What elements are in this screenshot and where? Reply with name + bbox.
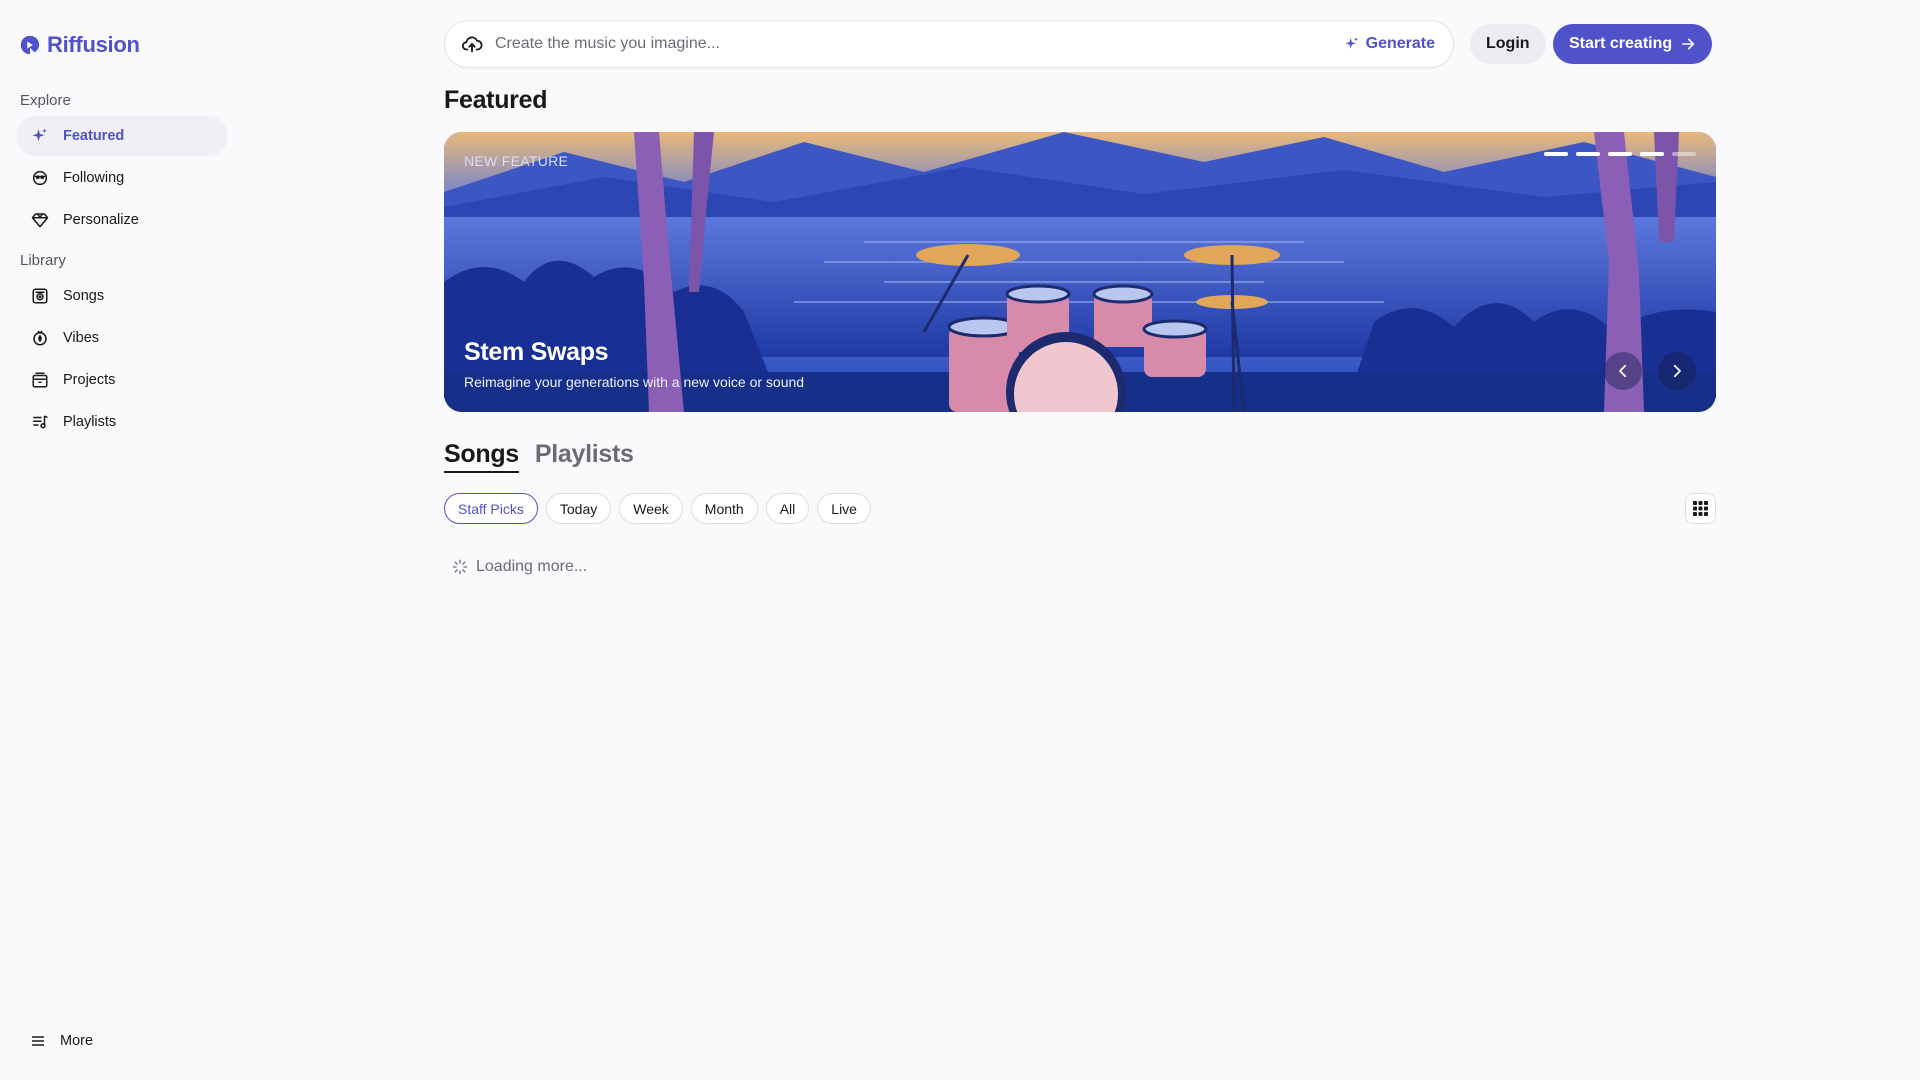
login-button[interactable]: Login bbox=[1470, 24, 1546, 64]
start-creating-button[interactable]: Start creating bbox=[1553, 24, 1713, 64]
sidebar-item-label: Playlists bbox=[63, 414, 117, 430]
time-filters: Staff Picks Today Week Month All Live bbox=[444, 493, 871, 524]
sidebar-item-personalize[interactable]: Personalize bbox=[16, 200, 228, 240]
songs-icon bbox=[32, 288, 48, 304]
sidebar-item-following[interactable]: Following bbox=[16, 158, 228, 198]
carousel-indicators bbox=[1544, 152, 1696, 156]
projects-icon bbox=[32, 372, 48, 388]
sidebar-item-projects[interactable]: Projects bbox=[16, 360, 228, 400]
riffusion-logo-icon bbox=[20, 35, 40, 55]
grid-view-button[interactable] bbox=[1685, 493, 1716, 524]
sidebar-item-label: Following bbox=[63, 170, 125, 186]
filter-month[interactable]: Month bbox=[690, 493, 758, 524]
app-logo[interactable]: Riffusion bbox=[19, 32, 140, 58]
more-label: More bbox=[60, 1033, 94, 1049]
sidebar-more-button[interactable]: More bbox=[30, 1033, 93, 1049]
start-creating-label: Start creating bbox=[1569, 35, 1673, 52]
gem-icon bbox=[31, 213, 49, 228]
section-library-label: Library bbox=[20, 252, 66, 269]
filter-all[interactable]: All bbox=[765, 493, 810, 524]
sidebar-item-label: Projects bbox=[63, 372, 116, 388]
playlists-icon bbox=[33, 415, 48, 429]
section-explore-label: Explore bbox=[20, 92, 71, 109]
carousel-next-button[interactable] bbox=[1658, 352, 1696, 390]
filter-staff-picks[interactable]: Staff Picks bbox=[444, 493, 538, 524]
sidebar-item-vibes[interactable]: Vibes bbox=[16, 318, 228, 358]
following-icon bbox=[32, 170, 48, 186]
tab-playlists[interactable]: Playlists bbox=[535, 440, 634, 473]
carousel-dot[interactable] bbox=[1672, 152, 1696, 156]
sparkles-icon bbox=[1344, 37, 1358, 49]
sparkles-icon bbox=[32, 128, 47, 142]
filter-live[interactable]: Live bbox=[817, 493, 871, 524]
carousel-dot[interactable] bbox=[1544, 152, 1568, 156]
sidebar-item-label: Songs bbox=[63, 288, 105, 304]
sidebar-item-label: Featured bbox=[63, 128, 125, 144]
tab-songs[interactable]: Songs bbox=[444, 440, 519, 473]
sidebar-item-featured[interactable]: Featured bbox=[16, 116, 228, 156]
hero-subtitle: Reimagine your generations with a new vo… bbox=[464, 374, 805, 390]
sidebar-item-label: Vibes bbox=[63, 330, 100, 346]
page-title: Featured bbox=[444, 86, 548, 114]
sidebar-item-playlists[interactable]: Playlists bbox=[16, 402, 228, 442]
carousel-dot[interactable] bbox=[1640, 152, 1664, 156]
loading-text: Loading more... bbox=[476, 558, 588, 575]
chevron-right-icon bbox=[1673, 364, 1681, 378]
menu-icon bbox=[32, 1036, 44, 1046]
carousel-dot[interactable] bbox=[1576, 152, 1600, 156]
app-name: Riffusion bbox=[47, 32, 140, 57]
generate-label: Generate bbox=[1365, 35, 1435, 52]
loading-indicator: Loading more... bbox=[452, 558, 587, 576]
carousel-dot[interactable] bbox=[1608, 152, 1632, 156]
generate-button[interactable]: Generate bbox=[1344, 35, 1435, 53]
vibes-icon bbox=[33, 330, 47, 346]
filter-today[interactable]: Today bbox=[545, 493, 612, 524]
arrow-right-icon bbox=[1682, 38, 1695, 50]
chevron-left-icon bbox=[1619, 364, 1627, 378]
sidebar: Riffusion Explore Featured Following Per… bbox=[0, 0, 240, 1080]
prompt-input[interactable] bbox=[495, 35, 1344, 53]
prompt-bar: Generate bbox=[444, 20, 1454, 68]
carousel-prev-button[interactable] bbox=[1604, 352, 1642, 390]
hero-title: Stem Swaps bbox=[464, 338, 609, 366]
grid-icon bbox=[1693, 501, 1708, 516]
content-tabs: Songs Playlists bbox=[444, 440, 634, 473]
hero-illustration bbox=[444, 132, 1716, 412]
cloud-upload-icon[interactable] bbox=[461, 33, 483, 55]
sidebar-item-label: Personalize bbox=[63, 212, 139, 228]
spinner-icon bbox=[452, 559, 468, 575]
hero-eyebrow: NEW FEATURE bbox=[464, 153, 569, 169]
sidebar-item-songs[interactable]: Songs bbox=[16, 276, 228, 316]
filter-week[interactable]: Week bbox=[619, 493, 683, 524]
hero-carousel[interactable]: NEW FEATURE Stem Swaps Reimagine your ge… bbox=[444, 132, 1716, 412]
